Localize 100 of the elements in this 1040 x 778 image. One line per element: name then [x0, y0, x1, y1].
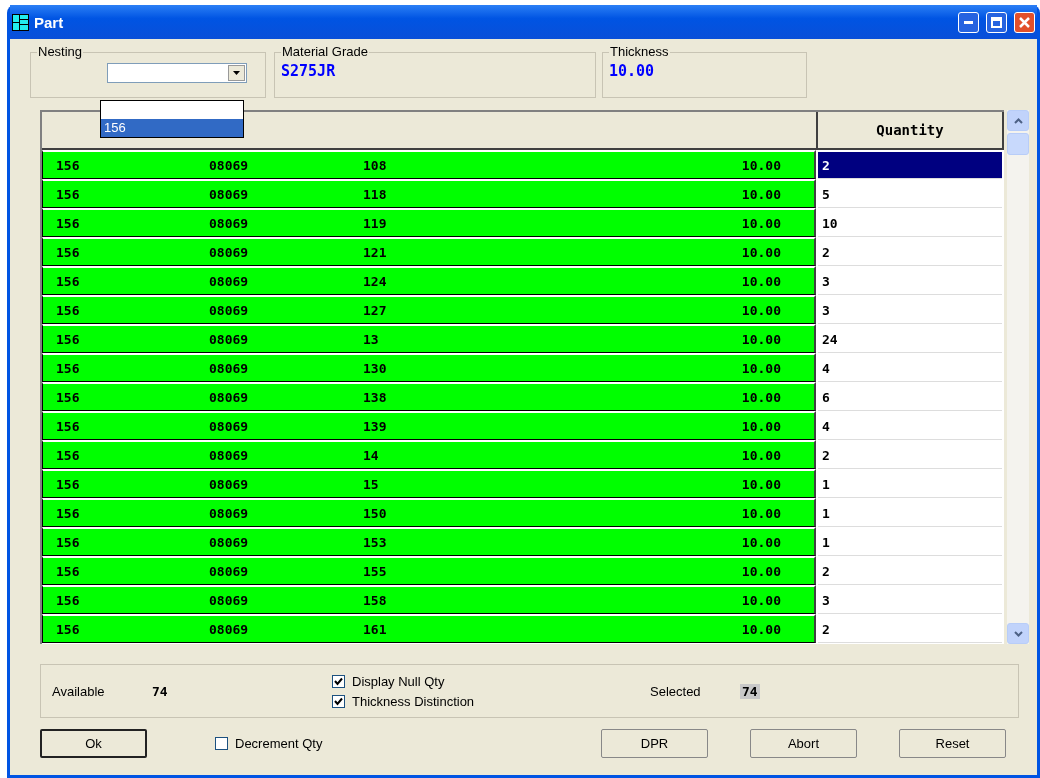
maximize-button[interactable] — [986, 11, 1007, 33]
table-cell-text: 10.00 — [740, 157, 781, 173]
table-row[interactable]: 156 08069 118 10.00 — [42, 179, 816, 208]
table-cell-text: 10.00 — [740, 621, 781, 637]
table-cell-text: 10.00 — [740, 505, 781, 521]
table-row[interactable]: 156 08069 124 10.00 — [42, 266, 816, 295]
table-cell-text: 156 — [55, 505, 81, 521]
available-label: Available — [51, 683, 106, 699]
checkbox-label[interactable]: Thickness Distinction — [352, 693, 475, 709]
table-cell-text: 156 — [55, 534, 81, 550]
checkbox[interactable] — [332, 674, 345, 688]
table-cell-text: 156 — [55, 273, 81, 289]
scrollbar[interactable] — [1007, 110, 1029, 644]
quantity-cell[interactable]: 1 — [818, 529, 1002, 556]
table-cell-text: 10.00 — [740, 302, 781, 318]
table-cell-text: 08069 — [209, 331, 250, 347]
table-cell-text: 10.00 — [740, 215, 781, 231]
group-label: Nesting — [37, 44, 84, 59]
table-cell-text: 156 — [55, 418, 81, 434]
table-row[interactable]: 156 08069 121 10.00 — [42, 237, 816, 266]
field-value: S275JR — [281, 62, 336, 80]
table-cell-text: 156 — [55, 447, 81, 463]
scroll-thumb[interactable] — [1007, 133, 1029, 155]
quantity-cell[interactable]: 1 — [818, 500, 1002, 527]
column-header[interactable]: Quantity — [818, 112, 1004, 148]
quantity-cell[interactable]: 24 — [818, 326, 1002, 353]
table-row[interactable]: 156 08069 155 10.00 — [42, 556, 816, 585]
quantity-cell[interactable]: 2 — [818, 558, 1002, 585]
table-cell-text: 139 — [363, 418, 388, 434]
table-cell-text: 08069 — [209, 476, 250, 492]
table-cell-text: 10.00 — [740, 534, 781, 550]
quantity-cell[interactable]: 10 — [818, 210, 1002, 237]
table-row[interactable]: 156 08069 139 10.00 — [42, 411, 816, 440]
scroll-up-icon[interactable] — [1007, 110, 1029, 131]
close-button[interactable] — [1014, 11, 1035, 33]
table-cell-text: 156 — [55, 563, 81, 579]
table-cell-text: 161 — [363, 621, 388, 637]
quantity-cell[interactable]: 4 — [818, 413, 1002, 440]
quantity-cell[interactable]: 6 — [818, 384, 1002, 411]
selected-value: 74 — [740, 683, 760, 699]
table-cell-text: 119 — [363, 215, 388, 231]
table-cell-text: 153 — [363, 534, 388, 550]
table-cell-text: 156 — [55, 360, 81, 376]
table-cell-text: 10.00 — [740, 273, 781, 289]
table-cell-text: 130 — [363, 360, 388, 376]
table-cell-text: 10.00 — [740, 563, 781, 579]
table-row[interactable]: 156 08069 119 10.00 — [42, 208, 816, 237]
table-cell-text: 08069 — [209, 592, 250, 608]
quantity-cell[interactable]: 3 — [818, 268, 1002, 295]
table-row[interactable]: 156 08069 130 10.00 — [42, 353, 816, 382]
table-cell-text: 121 — [363, 244, 388, 260]
quantity-cell[interactable]: 2 — [818, 616, 1002, 643]
table-row[interactable]: 156 08069 15 10.00 — [42, 469, 816, 498]
dialog-button[interactable]: Abort — [750, 728, 857, 758]
quantity-cell[interactable]: 4 — [818, 355, 1002, 382]
table-cell-text: 155 — [363, 563, 388, 579]
minimize-button[interactable] — [958, 11, 979, 33]
checkbox-label[interactable]: Display Null Qty — [352, 673, 445, 689]
table-row[interactable]: 156 08069 153 10.00 — [42, 527, 816, 556]
table-cell-text: 10.00 — [740, 447, 781, 463]
table-cell-text: 15 — [363, 476, 380, 492]
table-cell-text: 10.00 — [740, 331, 781, 347]
dropdown-option[interactable]: 156 — [101, 119, 243, 137]
table-cell-text: 124 — [363, 273, 388, 289]
table-row[interactable]: 156 08069 13 10.00 — [42, 324, 816, 353]
minimize-icon — [964, 20, 973, 24]
quantity-cell[interactable]: 3 — [818, 297, 1002, 324]
dialog-button[interactable]: DPR — [601, 728, 708, 758]
checkbox[interactable] — [215, 736, 228, 750]
dialog-button[interactable]: Reset — [899, 728, 1006, 758]
quantity-cell[interactable]: 1 — [818, 471, 1002, 498]
close-icon — [1019, 16, 1030, 28]
table-row[interactable]: 156 08069 161 10.00 — [42, 614, 816, 643]
table-cell-text: 08069 — [209, 360, 250, 376]
table-cell-text: 127 — [363, 302, 388, 318]
table-row[interactable]: 156 08069 150 10.00 — [42, 498, 816, 527]
selected-label: Selected — [650, 683, 702, 699]
table-cell-text: 13 — [363, 331, 380, 347]
table-cell-text: 150 — [363, 505, 388, 521]
table-cell-text: 10.00 — [740, 389, 781, 405]
table-row[interactable]: 156 08069 14 10.00 — [42, 440, 816, 469]
quantity-cell[interactable]: 2 — [818, 239, 1002, 266]
checkbox-label[interactable]: Decrement Qty — [235, 735, 323, 751]
checkbox[interactable] — [332, 694, 345, 708]
table-row[interactable]: 156 08069 127 10.00 — [42, 295, 816, 324]
window-title: Part — [34, 13, 65, 31]
available-value: 74 — [152, 683, 169, 699]
dialog-button[interactable]: Ok — [40, 728, 147, 758]
table-cell-text: 10.00 — [740, 360, 781, 376]
scroll-down-icon[interactable] — [1007, 623, 1029, 644]
quantity-cell[interactable]: 5 — [818, 181, 1002, 208]
table-row[interactable]: 156 08069 138 10.00 — [42, 382, 816, 411]
table-row[interactable]: 156 08069 108 10.00 — [42, 150, 816, 179]
quantity-cell[interactable]: 2 — [818, 442, 1002, 469]
quantity-cell[interactable]: 3 — [818, 587, 1002, 614]
quantity-cell[interactable]: 2 — [818, 152, 1002, 179]
group-label: Thickness — [609, 44, 670, 59]
table-row[interactable]: 156 08069 158 10.00 — [42, 585, 816, 614]
table-cell-text: 156 — [55, 186, 81, 202]
table-cell-text: 08069 — [209, 186, 250, 202]
